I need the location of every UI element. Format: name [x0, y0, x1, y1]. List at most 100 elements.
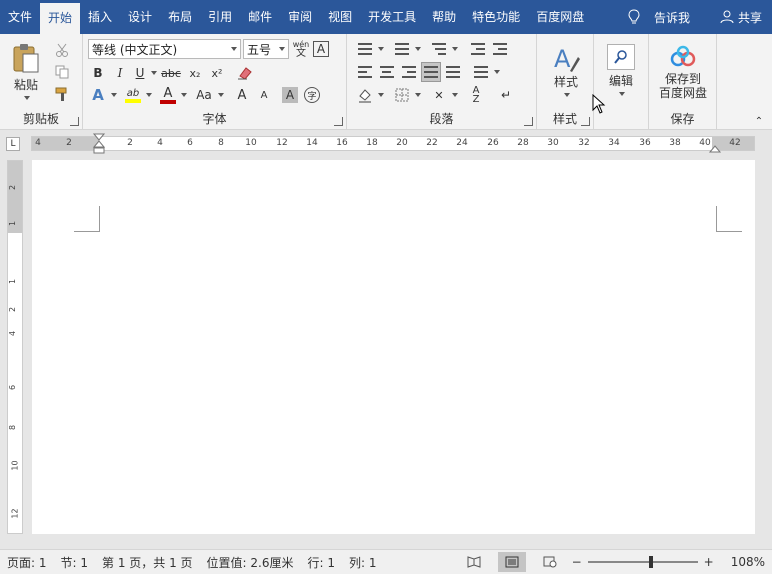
numbering-dropdown-icon[interactable]: [415, 47, 421, 51]
italic-button[interactable]: I: [110, 63, 130, 83]
chinese-layout-dropdown-icon[interactable]: [452, 93, 458, 97]
font-name-combo[interactable]: 等线 (中文正文): [88, 39, 241, 59]
borders-dropdown-icon[interactable]: [415, 93, 421, 97]
editing-button[interactable]: 编辑: [603, 39, 639, 101]
borders-icon[interactable]: [392, 85, 412, 105]
zoom-level[interactable]: 108%: [724, 555, 772, 569]
editing-group: 编辑: [594, 34, 649, 130]
zoom-slider-thumb[interactable]: [649, 556, 654, 568]
show-hide-marks-icon[interactable]: ↵: [496, 85, 516, 105]
strikethrough-button[interactable]: abc: [159, 63, 183, 83]
paragraph-launcher-icon[interactable]: [524, 117, 533, 126]
change-case-button[interactable]: Aa: [193, 85, 215, 105]
sort-icon[interactable]: AZ: [466, 85, 486, 105]
zoom-out-button[interactable]: −: [572, 555, 582, 569]
menu-tab-3[interactable]: 设计: [120, 3, 160, 31]
menu-tab-1[interactable]: 开始: [40, 3, 81, 34]
highlight-button[interactable]: ab: [123, 85, 143, 105]
indent-marker-icon[interactable]: [93, 133, 105, 155]
paragraph-shading-icon[interactable]: [355, 85, 375, 105]
menu-tab-11[interactable]: 特色功能: [464, 3, 528, 31]
share-button[interactable]: 共享: [710, 9, 772, 26]
cut-icon[interactable]: [52, 40, 72, 60]
character-shading-button[interactable]: A: [282, 87, 298, 103]
save-to-baidu-button[interactable]: 保存到 百度网盘: [653, 40, 713, 104]
menu-tab-6[interactable]: 邮件: [240, 3, 280, 31]
zoom-in-button[interactable]: +: [704, 555, 714, 569]
collapse-ribbon-icon[interactable]: ⌃: [752, 116, 766, 127]
right-indent-marker-icon[interactable]: [709, 144, 721, 153]
menu-tab-8[interactable]: 视图: [320, 3, 360, 31]
enclose-characters-button[interactable]: 字: [304, 87, 320, 103]
numbering-icon[interactable]: [392, 39, 412, 59]
status-page-count[interactable]: 第 1 页，共 1 页: [95, 554, 200, 571]
bold-button[interactable]: B: [88, 63, 108, 83]
paste-dropdown-icon[interactable]: [23, 96, 30, 100]
menu-tab-7[interactable]: 审阅: [280, 3, 320, 31]
align-left-icon[interactable]: [355, 62, 375, 82]
menu-tab-5[interactable]: 引用: [200, 3, 240, 31]
font-color-dropdown-icon[interactable]: [181, 93, 187, 97]
status-position[interactable]: 位置值: 2.6厘米: [200, 554, 301, 571]
status-section[interactable]: 节: 1: [54, 554, 96, 571]
bullets-icon[interactable]: [355, 39, 375, 59]
copy-icon[interactable]: [52, 62, 72, 82]
menu-tab-10[interactable]: 帮助: [424, 3, 464, 31]
crop-mark-top-right: [716, 206, 742, 232]
tell-me-button[interactable]: 告诉我: [618, 9, 700, 26]
change-case-dropdown-icon[interactable]: [218, 93, 224, 97]
clipboard-launcher-icon[interactable]: [70, 117, 79, 126]
vertical-ruler[interactable]: 2 1 1 2 4 6 8 10 12: [7, 160, 23, 534]
zoom-slider[interactable]: [587, 556, 698, 568]
status-page[interactable]: 页面: 1: [0, 554, 54, 571]
text-effects-button[interactable]: A: [88, 85, 108, 105]
highlight-dropdown-icon[interactable]: [146, 93, 152, 97]
menu-tab-9[interactable]: 开发工具: [360, 3, 424, 31]
print-layout-icon[interactable]: [497, 552, 526, 572]
decrease-indent-icon[interactable]: [468, 39, 488, 59]
subscript-button[interactable]: x₂: [185, 63, 205, 83]
font-launcher-icon[interactable]: [334, 117, 343, 126]
status-column[interactable]: 列: 1: [342, 554, 384, 571]
multilevel-list-dropdown-icon[interactable]: [452, 47, 458, 51]
multilevel-list-icon[interactable]: [429, 39, 449, 59]
clear-formatting-icon[interactable]: [235, 63, 255, 83]
underline-dropdown-icon[interactable]: [151, 71, 157, 75]
menu-tab-12[interactable]: 百度网盘: [528, 3, 592, 31]
paste-button[interactable]: 粘贴: [6, 40, 46, 102]
distributed-icon[interactable]: [443, 62, 463, 82]
horizontal-ruler[interactable]: 4 2 2 4 6 8 10 12 14 16 18 20 22 24 26 28 30 32 34 36 38 40 42: [31, 133, 755, 154]
bullets-dropdown-icon[interactable]: [378, 47, 384, 51]
menu-tab-2[interactable]: 插入: [80, 3, 120, 31]
vertical-ruler-tick-label: 2: [8, 306, 18, 313]
superscript-button[interactable]: x²: [207, 63, 227, 83]
web-layout-icon[interactable]: [536, 552, 564, 572]
justify-icon[interactable]: [421, 62, 441, 82]
shrink-font-button[interactable]: A: [254, 85, 274, 105]
format-painter-icon[interactable]: [52, 84, 72, 104]
menu-tab-0[interactable]: 文件: [0, 3, 40, 31]
character-border-icon[interactable]: A: [313, 41, 329, 57]
line-spacing-dropdown-icon[interactable]: [494, 70, 500, 74]
vertical-ruler-tick-label: 1: [8, 278, 18, 285]
text-effects-dropdown-icon[interactable]: [111, 93, 117, 97]
tab-selector[interactable]: L: [6, 137, 20, 151]
chinese-layout-icon[interactable]: ✕: [429, 85, 449, 105]
underline-button[interactable]: U: [132, 63, 148, 83]
align-center-icon[interactable]: [377, 62, 397, 82]
menu-tab-4[interactable]: 布局: [160, 3, 200, 31]
status-line[interactable]: 行: 1: [300, 554, 342, 571]
styles-launcher-icon[interactable]: [581, 117, 590, 126]
paragraph-shading-dropdown-icon[interactable]: [378, 93, 384, 97]
font-size-combo[interactable]: 五号: [243, 39, 289, 59]
styles-button[interactable]: A 样式: [545, 40, 587, 102]
read-mode-icon[interactable]: [460, 552, 488, 572]
align-right-icon[interactable]: [399, 62, 419, 82]
phonetic-guide-icon[interactable]: wén 文: [291, 39, 311, 59]
line-spacing-icon[interactable]: [471, 62, 491, 82]
font-color-button[interactable]: A: [158, 85, 178, 105]
ruler-tick-label: 38: [669, 138, 681, 148]
grow-font-button[interactable]: A: [232, 85, 252, 105]
increase-indent-icon[interactable]: [490, 39, 510, 59]
document-page[interactable]: [32, 160, 755, 534]
